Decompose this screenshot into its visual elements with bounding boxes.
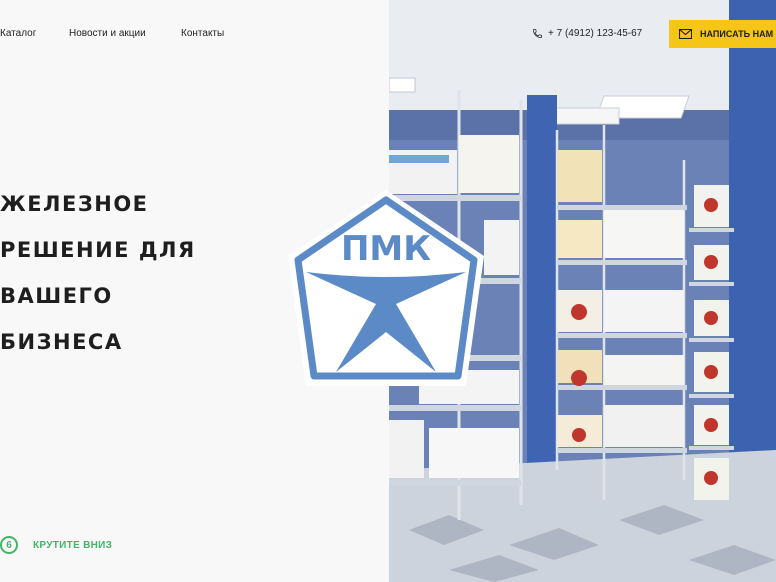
- write-us-button[interactable]: НАПИСАТЬ НАМ: [669, 20, 776, 48]
- hero-line: РЕШЕНИЕ ДЛЯ: [0, 238, 196, 262]
- hero-line: ВАШЕГО: [0, 284, 113, 308]
- header-phone[interactable]: + 7 (4912) 123-45-67: [532, 28, 642, 39]
- scroll-down-label: КРУТИТЕ ВНИЗ: [33, 539, 113, 551]
- nav-item-contacts[interactable]: Контакты: [181, 28, 224, 39]
- envelope-icon: [679, 29, 692, 39]
- scroll-down-icon: 6: [0, 536, 18, 554]
- hero-line: БИЗНЕСА: [0, 330, 123, 354]
- phone-number: + 7 (4912) 123-45-67: [548, 28, 643, 39]
- nav-item-news[interactable]: Новости и акции: [69, 28, 146, 39]
- write-us-label: НАПИСАТЬ НАМ: [700, 29, 774, 39]
- scroll-down-button[interactable]: 6 КРУТИТЕ ВНИЗ: [0, 536, 112, 554]
- hero-headline: ЖЕЛЕЗНОЕ РЕШЕНИЕ ДЛЯ ВАШЕГО БИЗНЕСА: [0, 188, 300, 372]
- phone-icon: [532, 28, 543, 39]
- hero-line: ЖЕЛЕЗНОЕ: [0, 192, 149, 216]
- logo-text: ПМК: [341, 229, 431, 269]
- nav-item-catalog[interactable]: Каталог: [0, 28, 36, 39]
- pmk-logo: ПМК: [288, 190, 484, 386]
